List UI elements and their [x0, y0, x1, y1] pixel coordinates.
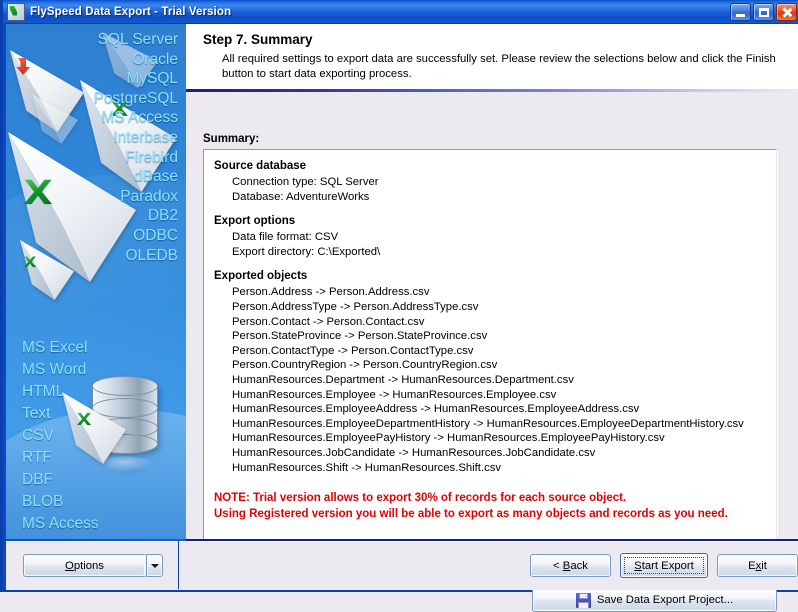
branding-banner: SQL Server Oracle MySQL PostgreSQL MS Access…	[6, 24, 186, 539]
back-button[interactable]: < Back	[530, 554, 611, 577]
summary-line: HumanResources.Employee -> HumanResource…	[232, 388, 557, 401]
bottom-toolbar-separator	[178, 541, 179, 589]
format-name-rtf: RTF	[22, 449, 52, 466]
trial-note-line-2: Using Registered version you will be abl…	[214, 507, 728, 520]
options-label-rest: ptions	[73, 559, 104, 572]
wizard-pane: Step 7. Summary All required settings to…	[186, 24, 798, 612]
window-controls	[730, 2, 798, 21]
database-name-odbc: ODBC	[133, 226, 178, 244]
page-title: Step 7. Summary	[203, 32, 313, 47]
title-bar: FlySpeed Data Export - Trial Version	[3, 0, 798, 24]
format-name-dbf: DBF	[22, 471, 53, 488]
start-export-button[interactable]: Start Export	[620, 553, 708, 578]
summary-line: Person.Contact -> Person.Contact.csv	[232, 315, 425, 328]
options-button[interactable]: Options	[23, 554, 145, 577]
database-name-sql-server: SQL Server	[97, 31, 178, 48]
summary-line: Database: AdventureWorks	[232, 190, 370, 203]
database-name-interbase: Interbase	[113, 128, 178, 146]
format-name-blob: BLOB	[22, 493, 64, 510]
minimize-button[interactable]	[730, 2, 751, 21]
options-accel-char: O	[65, 559, 74, 572]
trial-note-line-1: NOTE: Trial version allows to export 30%…	[214, 492, 627, 505]
wizard-navigation-buttons: < Back Start Export Exit	[186, 542, 798, 590]
summary-content: Source database Connection type: SQL Serv…	[204, 150, 776, 522]
exit-label: Exit	[748, 559, 767, 572]
window-title: FlySpeed Data Export - Trial Version	[30, 5, 232, 18]
back-label: < Back	[553, 559, 588, 572]
summary-line: Person.StateProvince -> Person.StateProv…	[232, 330, 488, 343]
options-dropdown-button[interactable]	[146, 554, 163, 577]
exit-accel-char: x	[755, 559, 762, 572]
database-name-oledb: OLEDB	[125, 246, 178, 264]
app-icon	[7, 2, 25, 21]
back-accel-char: B	[562, 559, 571, 572]
database-name-mysql: MySQL	[126, 70, 178, 88]
format-name-text: Text	[22, 405, 51, 422]
summary-line: HumanResources.Shift -> HumanResources.S…	[232, 461, 502, 474]
summary-section-gap	[214, 204, 766, 214]
start-export-accel-char: S	[634, 559, 642, 572]
summary-line: HumanResources.JobCandidate -> HumanReso…	[232, 446, 596, 459]
format-name-ms-access: MS Access	[22, 515, 99, 532]
summary-line: Data file format: CSV	[232, 231, 339, 244]
format-name-ms-word: MS Word	[22, 361, 87, 378]
database-name-postgresql: PostgreSQL	[93, 89, 178, 107]
summary-line: HumanResources.EmployeeAddress -> HumanR…	[232, 403, 640, 416]
format-name-html: HTML	[22, 383, 65, 400]
wizard-header: Step 7. Summary All required settings to…	[186, 24, 798, 89]
database-name-firebird: Firebird	[125, 148, 178, 166]
close-button[interactable]	[776, 2, 797, 21]
summary-line: Person.AddressType -> Person.AddressType…	[232, 300, 479, 313]
summary-section-heading: Exported objects	[214, 270, 308, 283]
bottom-toolbar: Options < Back Start Export Exit	[6, 541, 798, 590]
database-name-dbase: dBase	[134, 168, 178, 186]
summary-section-heading: Export options	[214, 215, 296, 228]
database-name-db2: DB2	[147, 207, 178, 225]
summary-section-gap	[214, 259, 766, 269]
format-name-ms-excel: MS Excel	[22, 339, 88, 356]
summary-line: HumanResources.EmployeePayHistory -> Hum…	[232, 432, 665, 445]
summary-line: HumanResources.EmployeeDepartmentHistory…	[232, 417, 744, 430]
options-label: Options	[65, 560, 104, 572]
summary-line: Connection type: SQL Server	[232, 176, 379, 188]
database-name-paradox: Paradox	[120, 187, 178, 205]
supported-formats-list: MS Excel MS Word HTML Text CSV RTF DBF BLOB MS A…	[22, 337, 99, 535]
maximize-button[interactable]	[753, 2, 774, 21]
summary-line: HumanResources.Department -> HumanResour…	[232, 373, 574, 386]
database-name-ms-access: MS Access	[101, 109, 178, 127]
exit-button[interactable]: Exit	[717, 554, 798, 577]
format-name-csv: CSV	[22, 427, 54, 444]
floppy-disk-icon	[575, 592, 591, 608]
wizard-body: Summary: Source database Connection type:…	[186, 92, 798, 612]
supported-databases-list: SQL Server Oracle MySQL PostgreSQL MS Access…	[94, 30, 178, 265]
summary-line: Export directory: C:\Exported\	[232, 245, 381, 258]
summary-line: Person.Address -> Person.Address.csv	[232, 286, 430, 299]
options-split-button: Options	[23, 554, 163, 577]
save-project-label: Save Data Export Project...	[596, 594, 734, 606]
start-export-label: Start Export	[634, 559, 694, 572]
page-description: All required settings to export data are…	[222, 53, 776, 80]
summary-line: Person.CountryRegion -> Person.CountryRe…	[232, 359, 498, 372]
summary-section-heading: Source database	[214, 160, 307, 172]
paper-plane-icon	[20, 240, 74, 300]
summary-line: Person.ContactType -> Person.ContactType…	[232, 344, 474, 357]
client-area: SQL Server Oracle MySQL PostgreSQL MS Access…	[6, 24, 798, 612]
chevron-down-icon	[150, 563, 159, 568]
summary-label: Summary:	[203, 133, 260, 145]
summary-panel[interactable]: Source database Connection type: SQL Serv…	[203, 149, 777, 574]
application-window: FlySpeed Data Export - Trial Version SQL…	[0, 0, 798, 612]
database-name-oracle: Oracle	[132, 50, 178, 68]
